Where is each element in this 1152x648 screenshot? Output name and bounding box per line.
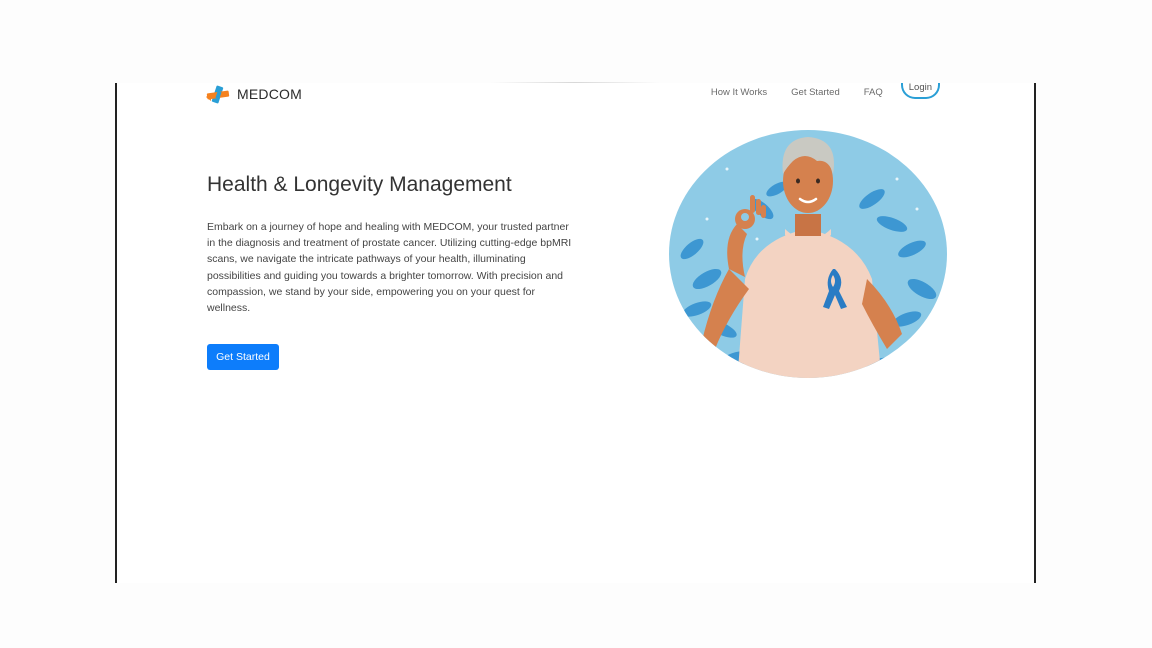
get-started-button[interactable]: Get Started [207,344,279,370]
nav-link-how-it-works[interactable]: How It Works [711,87,767,98]
nav-link-faq[interactable]: FAQ [864,87,883,98]
frame-right-border [1034,83,1036,583]
nav-links: How It Works Get Started FAQ Login [711,83,940,101]
brand-name: MEDCOM [237,86,302,102]
medical-cross-logo-icon [206,85,230,104]
navbar: MEDCOM How It Works Get Started FAQ Logi… [117,83,1034,105]
man-with-blue-ribbon-illustration [669,130,947,378]
hero-description: Embark on a journey of hope and healing … [207,221,572,315]
login-button[interactable]: Login [900,83,940,99]
screen: MEDCOM How It Works Get Started FAQ Logi… [0,0,1152,648]
nav-link-get-started[interactable]: Get Started [791,87,840,98]
browser-viewport: MEDCOM How It Works Get Started FAQ Logi… [117,83,1034,583]
brand[interactable]: MEDCOM [205,83,302,105]
hero-title: Health & Longevity Management [207,173,512,196]
